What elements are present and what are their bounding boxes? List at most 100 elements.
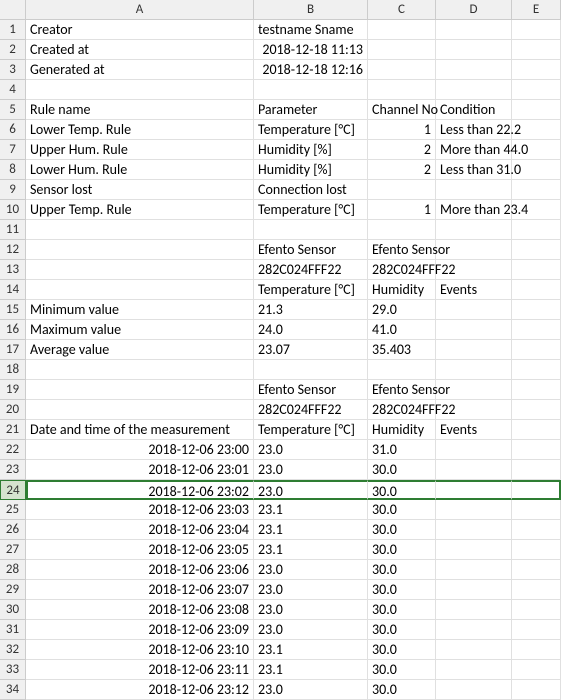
col-header-D[interactable]: D xyxy=(436,0,512,20)
cell-C18[interactable] xyxy=(368,360,436,380)
cell-C4[interactable] xyxy=(368,80,436,100)
cell-A7[interactable]: Upper Hum. Rule xyxy=(26,140,254,160)
cell-B32[interactable]: 23.1 xyxy=(254,640,368,660)
row-header-15[interactable]: 15 xyxy=(0,300,26,320)
row-header-32[interactable]: 32 xyxy=(0,640,26,660)
row-header-1[interactable]: 1 xyxy=(0,20,26,40)
row-header-13[interactable]: 13 xyxy=(0,260,26,280)
cell-A9[interactable]: Sensor lost xyxy=(26,180,254,200)
cell-E15[interactable] xyxy=(512,300,561,320)
cell-E27[interactable] xyxy=(512,540,561,560)
cell-E34[interactable] xyxy=(512,680,561,700)
cell-C31[interactable]: 30.0 xyxy=(368,620,436,640)
cell-E31[interactable] xyxy=(512,620,561,640)
cell-A11[interactable] xyxy=(26,220,254,240)
cell-D5[interactable]: Condition xyxy=(436,100,512,120)
cell-E4[interactable] xyxy=(512,80,561,100)
cell-D8[interactable]: Less than 31.0 xyxy=(436,160,512,180)
cell-B4[interactable] xyxy=(254,80,368,100)
cell-B26[interactable]: 23.1 xyxy=(254,520,368,540)
cell-C6[interactable]: 1 xyxy=(368,120,436,140)
cell-B25[interactable]: 23.1 xyxy=(254,500,368,520)
cell-B12[interactable]: Efento Sensor xyxy=(254,240,368,260)
spreadsheet-grid[interactable]: ABCDE1Creatortestname Sname2Created at20… xyxy=(0,0,565,700)
cell-B6[interactable]: Temperature [°C] xyxy=(254,120,368,140)
cell-A2[interactable]: Created at xyxy=(26,40,254,60)
cell-E28[interactable] xyxy=(512,560,561,580)
row-header-29[interactable]: 29 xyxy=(0,580,26,600)
row-header-23[interactable]: 23 xyxy=(0,460,26,480)
row-header-20[interactable]: 20 xyxy=(0,400,26,420)
row-header-11[interactable]: 11 xyxy=(0,220,26,240)
col-header-B[interactable]: B xyxy=(254,0,368,20)
cell-D28[interactable] xyxy=(436,560,512,580)
col-header-A[interactable]: A xyxy=(26,0,254,20)
cell-E17[interactable] xyxy=(512,340,561,360)
row-header-8[interactable]: 8 xyxy=(0,160,26,180)
cell-C25[interactable]: 30.0 xyxy=(368,500,436,520)
cell-D26[interactable] xyxy=(436,520,512,540)
cell-B22[interactable]: 23.0 xyxy=(254,440,368,460)
row-header-9[interactable]: 9 xyxy=(0,180,26,200)
cell-A20[interactable] xyxy=(26,400,254,420)
cell-A8[interactable]: Lower Hum. Rule xyxy=(26,160,254,180)
cell-B14[interactable]: Temperature [°C] xyxy=(254,280,368,300)
cell-C30[interactable]: 30.0 xyxy=(368,600,436,620)
cell-B8[interactable]: Humidity [%] xyxy=(254,160,368,180)
cell-B34[interactable]: 23.0 xyxy=(254,680,368,700)
row-header-10[interactable]: 10 xyxy=(0,200,26,220)
cell-E16[interactable] xyxy=(512,320,561,340)
row-header-34[interactable]: 34 xyxy=(0,680,26,700)
cell-C28[interactable]: 30.0 xyxy=(368,560,436,580)
cell-A1[interactable]: Creator xyxy=(26,20,254,40)
cell-E19[interactable] xyxy=(512,380,561,400)
cell-D6[interactable]: Less than 22.2 xyxy=(436,120,512,140)
cell-C33[interactable]: 30.0 xyxy=(368,660,436,680)
cell-E29[interactable] xyxy=(512,580,561,600)
cell-D4[interactable] xyxy=(436,80,512,100)
cell-B20[interactable]: 282C024FFF22 xyxy=(254,400,368,420)
cell-D9[interactable] xyxy=(436,180,512,200)
cell-C15[interactable]: 29.0 xyxy=(368,300,436,320)
row-header-17[interactable]: 17 xyxy=(0,340,26,360)
row-header-7[interactable]: 7 xyxy=(0,140,26,160)
cell-E26[interactable] xyxy=(512,520,561,540)
cell-C24[interactable]: 30.0 xyxy=(368,480,436,500)
cell-D32[interactable] xyxy=(436,640,512,660)
cell-B19[interactable]: Efento Sensor xyxy=(254,380,368,400)
cell-C1[interactable] xyxy=(368,20,436,40)
cell-D2[interactable] xyxy=(436,40,512,60)
cell-D22[interactable] xyxy=(436,440,512,460)
cell-A15[interactable]: Minimum value xyxy=(26,300,254,320)
cell-C5[interactable]: Channel No xyxy=(368,100,436,120)
cell-A29[interactable]: 2018-12-06 23:07 xyxy=(26,580,254,600)
cell-B28[interactable]: 23.0 xyxy=(254,560,368,580)
cell-D34[interactable] xyxy=(436,680,512,700)
cell-C3[interactable] xyxy=(368,60,436,80)
cell-E1[interactable] xyxy=(512,20,561,40)
cell-D29[interactable] xyxy=(436,580,512,600)
cell-C19[interactable]: Efento Sensor xyxy=(368,380,436,400)
col-header-C[interactable]: C xyxy=(368,0,436,20)
cell-D21[interactable]: Events xyxy=(436,420,512,440)
row-header-19[interactable]: 19 xyxy=(0,380,26,400)
cell-C8[interactable]: 2 xyxy=(368,160,436,180)
cell-B1[interactable]: testname Sname xyxy=(254,20,368,40)
cell-B10[interactable]: Temperature [°C] xyxy=(254,200,368,220)
cell-B2[interactable]: 2018-12-18 11:13 xyxy=(254,40,368,60)
cell-D11[interactable] xyxy=(436,220,512,240)
cell-A17[interactable]: Average value xyxy=(26,340,254,360)
cell-C7[interactable]: 2 xyxy=(368,140,436,160)
cell-D33[interactable] xyxy=(436,660,512,680)
cell-E30[interactable] xyxy=(512,600,561,620)
cell-A16[interactable]: Maximum value xyxy=(26,320,254,340)
row-header-18[interactable]: 18 xyxy=(0,360,26,380)
cell-B33[interactable]: 23.1 xyxy=(254,660,368,680)
cell-C17[interactable]: 35.403 xyxy=(368,340,436,360)
cell-E3[interactable] xyxy=(512,60,561,80)
cell-C16[interactable]: 41.0 xyxy=(368,320,436,340)
cell-B11[interactable] xyxy=(254,220,368,240)
cell-A5[interactable]: Rule name xyxy=(26,100,254,120)
cell-B16[interactable]: 24.0 xyxy=(254,320,368,340)
cell-C14[interactable]: Humidity xyxy=(368,280,436,300)
